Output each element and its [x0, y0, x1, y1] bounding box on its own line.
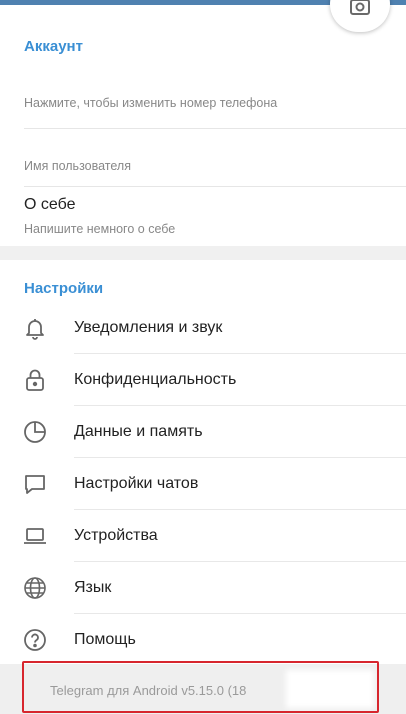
settings-item-label: Помощь: [74, 631, 136, 648]
divider: [24, 186, 406, 187]
help-icon: [22, 627, 48, 653]
account-section-title: Аккаунт: [24, 38, 83, 55]
chat-bubble-icon: [22, 471, 48, 497]
settings-item-label: Язык: [74, 579, 112, 596]
settings-item-help[interactable]: Помощь: [0, 614, 406, 666]
settings-item-data-storage[interactable]: Данные и память: [0, 406, 406, 458]
username-item[interactable]: Имя пользователя: [24, 159, 390, 173]
username-label: Имя пользователя: [24, 159, 131, 173]
settings-item-privacy[interactable]: Конфиденциальность: [0, 354, 406, 406]
section-gap: [0, 246, 406, 260]
phone-hint: Нажмите, чтобы изменить номер телефона: [24, 96, 278, 110]
settings-item-label: Данные и память: [74, 423, 203, 440]
settings-item-label: Уведомления и звук: [74, 319, 223, 336]
settings-item-label: Устройства: [74, 527, 158, 544]
settings-item-label: Настройки чатов: [74, 475, 199, 492]
camera-icon: [350, 0, 370, 15]
highlight-annotation-box: [22, 661, 379, 713]
settings-section-title: Настройки: [24, 280, 104, 297]
bio-hint: Напишите немного о себе: [24, 222, 176, 236]
bio-title: О себе: [24, 196, 76, 213]
bio-item[interactable]: О себе Напишите немного о себе: [24, 196, 390, 236]
pie-chart-icon: [22, 419, 48, 445]
settings-item-language[interactable]: Язык: [0, 562, 406, 614]
settings-item-devices[interactable]: Устройства: [0, 510, 406, 562]
laptop-icon: [22, 523, 48, 549]
settings-item-notifications[interactable]: Уведомления и звук: [0, 302, 406, 354]
bell-icon: [22, 315, 48, 341]
globe-icon: [22, 575, 48, 601]
settings-item-chat-settings[interactable]: Настройки чатов: [0, 458, 406, 510]
settings-item-label: Конфиденциальность: [74, 371, 237, 388]
camera-button[interactable]: [330, 0, 390, 32]
lock-icon: [22, 367, 48, 393]
divider: [24, 128, 406, 129]
phone-number-item[interactable]: Нажмите, чтобы изменить номер телефона: [24, 96, 390, 110]
